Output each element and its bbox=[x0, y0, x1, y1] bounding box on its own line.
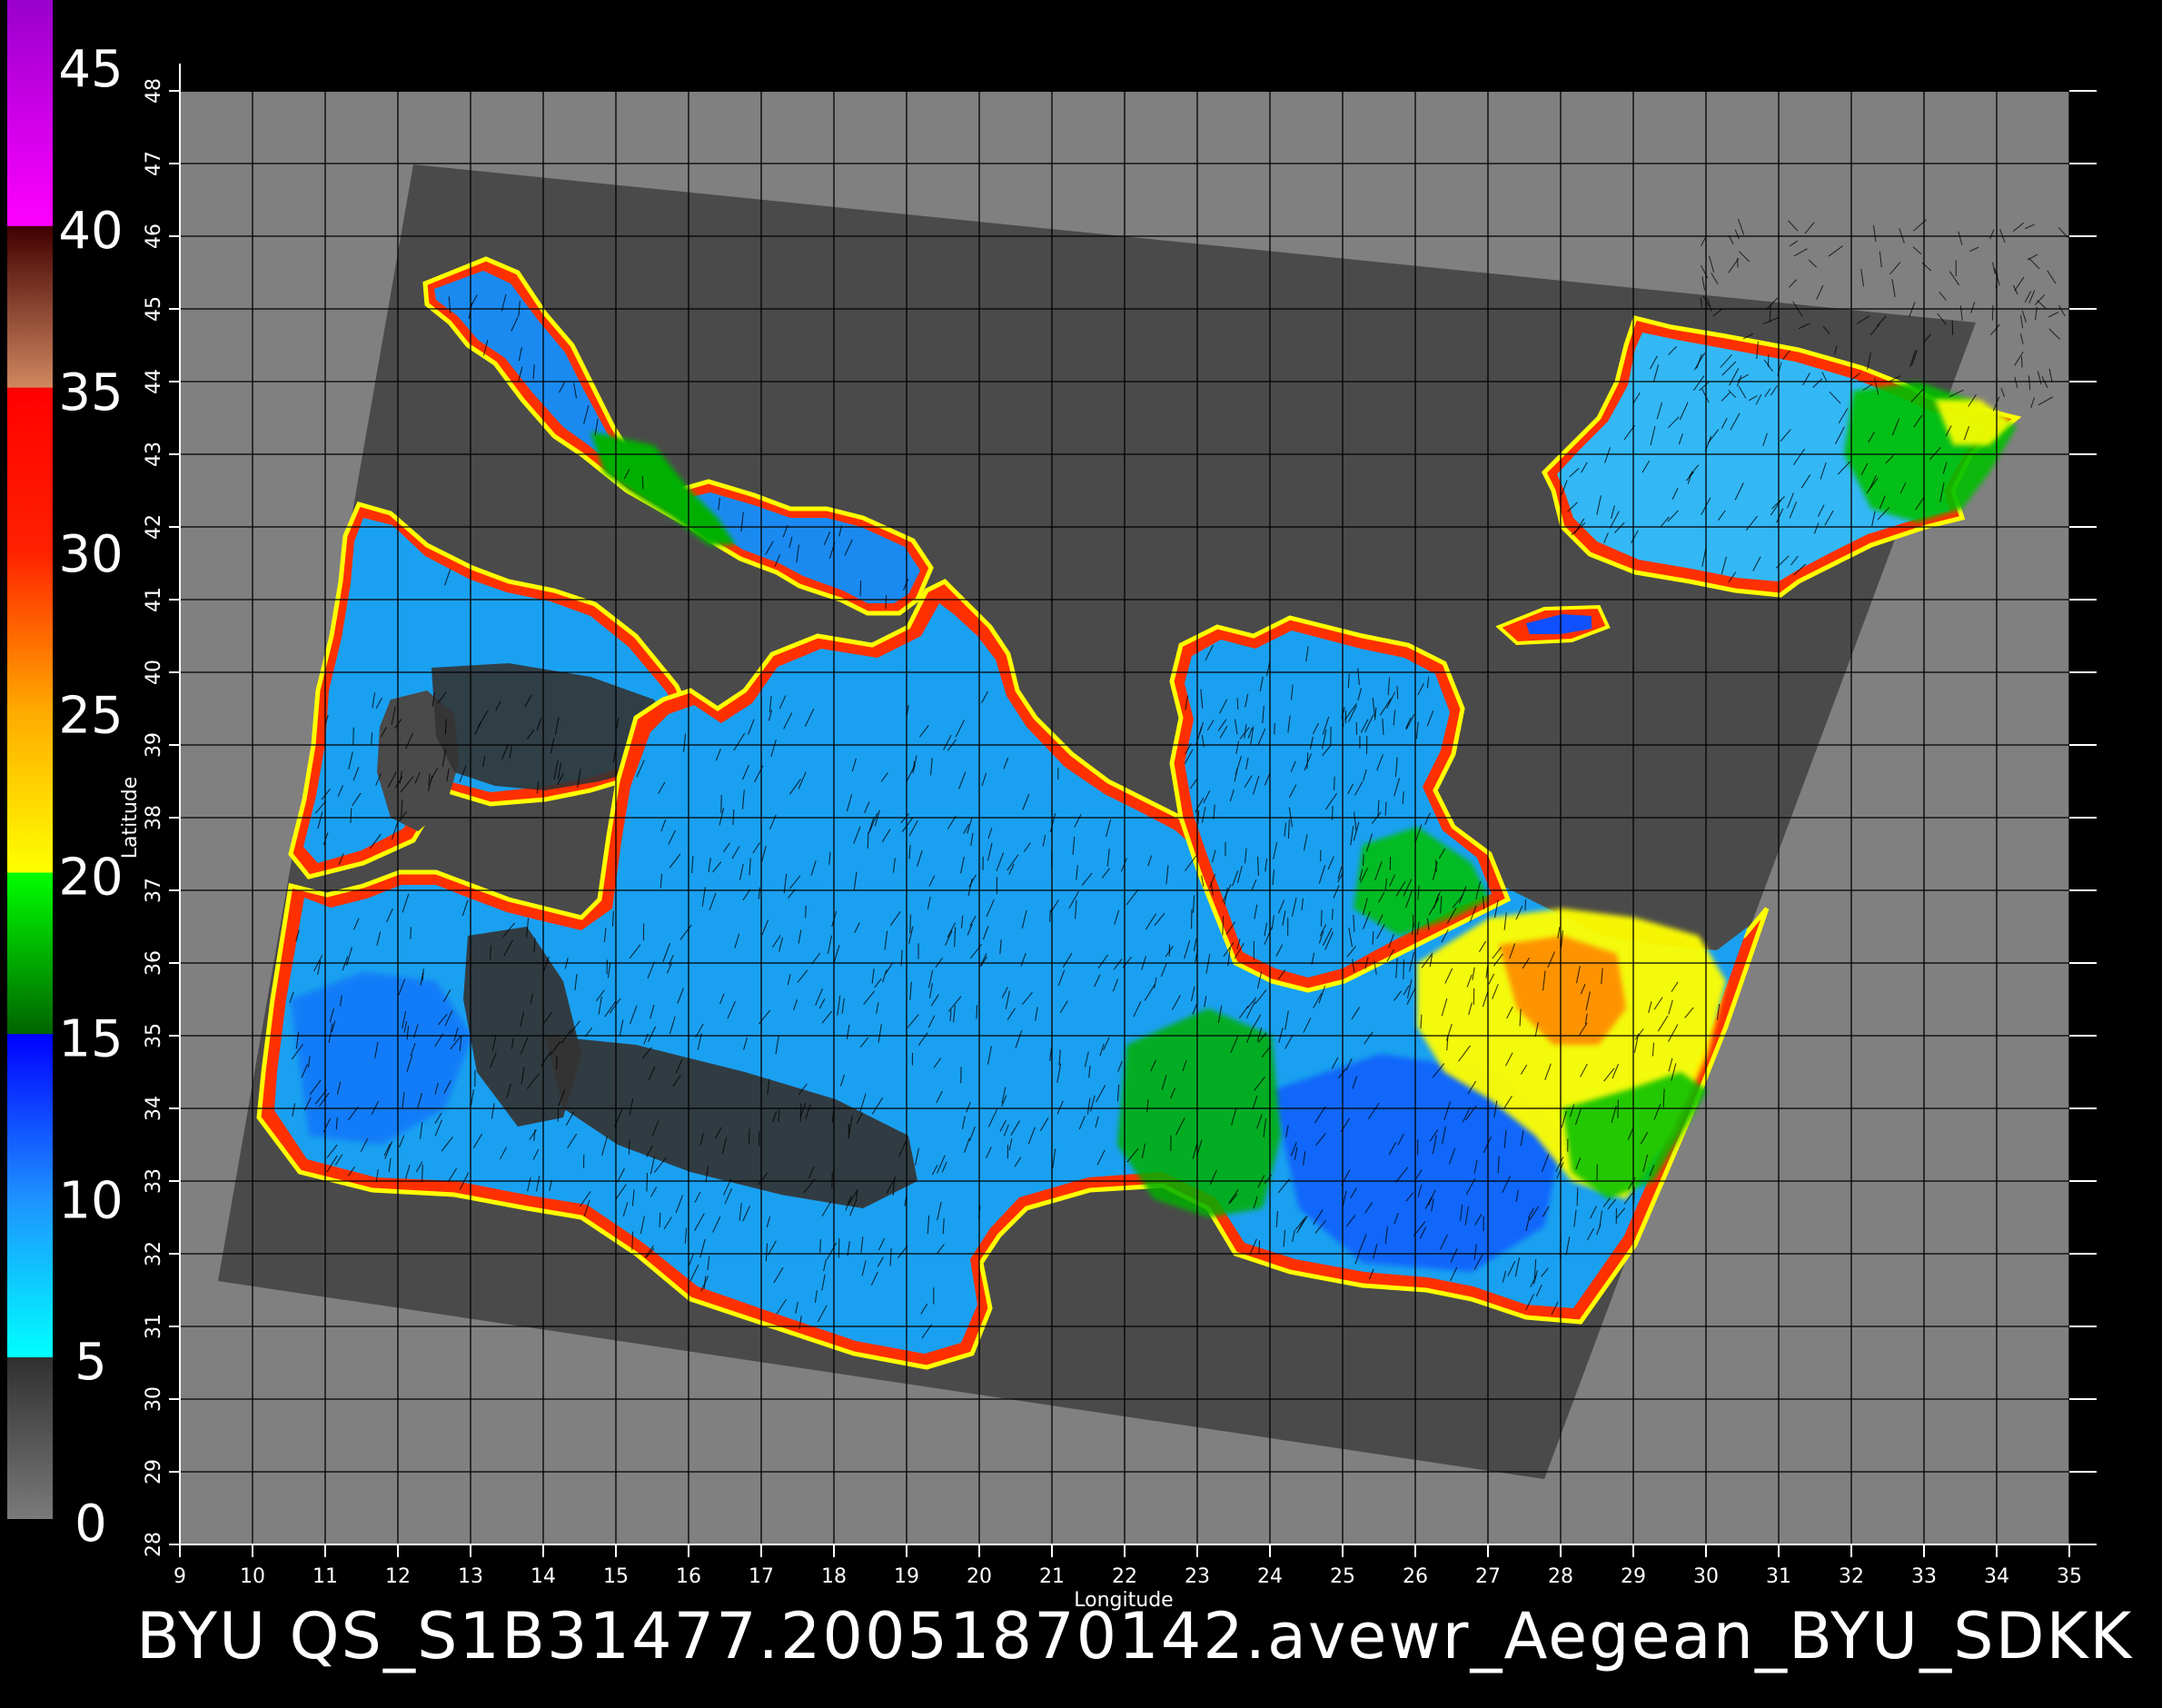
wind-vector bbox=[1258, 1240, 1261, 1255]
y-tick-label: 36 bbox=[143, 950, 165, 976]
wind-vector bbox=[799, 1103, 802, 1123]
wind-vector bbox=[909, 914, 911, 934]
y-tick-label: 30 bbox=[143, 1386, 165, 1412]
x-tick-label: 20 bbox=[967, 1565, 992, 1588]
y-axis-label: Latitude bbox=[119, 777, 142, 859]
wind-vector bbox=[2020, 356, 2023, 368]
x-tick-label: 14 bbox=[531, 1565, 556, 1588]
wind-vector bbox=[805, 905, 807, 919]
x-tick-label: 31 bbox=[1766, 1565, 1791, 1588]
wind-vector bbox=[1049, 909, 1051, 922]
wind-vector bbox=[1274, 723, 1275, 735]
y-tick-label: 44 bbox=[143, 369, 165, 394]
colorbar-tick-label: 25 bbox=[58, 687, 123, 746]
colorbar-tick-label: 35 bbox=[58, 363, 123, 422]
colorbar-tick-label: 30 bbox=[58, 525, 123, 584]
x-tick-label: 26 bbox=[1403, 1565, 1428, 1588]
x-tick-label: 10 bbox=[240, 1565, 265, 1588]
wind-vector bbox=[1320, 909, 1323, 927]
x-tick-label: 13 bbox=[458, 1565, 483, 1588]
y-tick-label: 42 bbox=[143, 514, 165, 540]
wind-vector bbox=[352, 727, 354, 746]
colorbar-tick-label: 20 bbox=[58, 849, 123, 908]
x-tick-label: 27 bbox=[1475, 1565, 1501, 1588]
colorbar: 0 5 10 15 20 25 30 35 40 45 bbox=[7, 0, 124, 1554]
y-tick-label: 43 bbox=[143, 442, 165, 467]
y-tick-label: 38 bbox=[143, 805, 165, 830]
x-tick-label: 32 bbox=[1839, 1565, 1864, 1588]
wind-speed-map: Longitude Latitude 9 10 11 12 13 14 15 16 17 18 19… bbox=[7, 0, 2097, 1612]
x-tick-label: 15 bbox=[603, 1565, 629, 1588]
x-tick-label: 19 bbox=[894, 1565, 919, 1588]
y-tick-label: 47 bbox=[143, 151, 165, 176]
image-title: BYU QS_S1B31477.20051870142.avewr_Aegean… bbox=[136, 1599, 2134, 1673]
y-tick-label: 29 bbox=[143, 1459, 165, 1485]
y-tick-label: 33 bbox=[143, 1168, 165, 1194]
wind-vector bbox=[885, 595, 888, 610]
wind-vector bbox=[1524, 899, 1527, 911]
wind-vector bbox=[628, 1139, 630, 1155]
x-tick-label: 17 bbox=[749, 1565, 774, 1588]
x-tick-label: 34 bbox=[1984, 1565, 2009, 1588]
colorbar-tick-label: 15 bbox=[58, 1009, 123, 1068]
colorbar-tick-label: 10 bbox=[58, 1171, 123, 1230]
x-tick-label: 22 bbox=[1112, 1565, 1137, 1588]
wind-vector bbox=[1991, 304, 1994, 321]
wind-vector bbox=[410, 927, 412, 939]
wind-vector bbox=[641, 475, 644, 490]
wind-vector bbox=[1576, 1187, 1579, 1207]
y-tick-label: 28 bbox=[143, 1532, 165, 1557]
x-tick-label: 21 bbox=[1039, 1565, 1065, 1588]
wind-vector bbox=[1435, 859, 1437, 873]
x-tick-label: 18 bbox=[821, 1565, 847, 1588]
graticule bbox=[179, 90, 2070, 1545]
colorbar-strip bbox=[7, 0, 53, 1519]
y-tick-label: 31 bbox=[143, 1314, 165, 1339]
x-tick-label: 9 bbox=[174, 1565, 186, 1588]
y-tick-label: 34 bbox=[143, 1096, 165, 1121]
wind-vector bbox=[1372, 931, 1374, 945]
y-tick-label: 41 bbox=[143, 587, 165, 612]
x-tick-label: 29 bbox=[1621, 1565, 1646, 1588]
colorbar-tick-label: 45 bbox=[58, 40, 123, 99]
y-tick-label: 32 bbox=[143, 1241, 165, 1266]
y-tick-label: 35 bbox=[143, 1023, 165, 1048]
x-tick-label: 35 bbox=[2057, 1565, 2082, 1588]
wind-vector bbox=[720, 794, 722, 813]
x-tick-label: 24 bbox=[1257, 1565, 1283, 1588]
wind-vector bbox=[1334, 776, 1335, 791]
y-tick-label: 45 bbox=[143, 296, 165, 322]
x-tick-label: 28 bbox=[1548, 1565, 1573, 1588]
colorbar-tick-label: 5 bbox=[74, 1333, 107, 1392]
x-tick-label: 25 bbox=[1330, 1565, 1355, 1588]
x-tick-label: 30 bbox=[1693, 1565, 1719, 1588]
x-tick-label: 12 bbox=[385, 1565, 411, 1588]
y-tick-label: 48 bbox=[143, 78, 165, 104]
x-tick-label: 33 bbox=[1911, 1565, 1937, 1588]
wind-vector bbox=[819, 1238, 821, 1253]
wind-vector bbox=[859, 581, 862, 597]
y-tick-label: 37 bbox=[143, 878, 165, 903]
colorbar-tick-label: 0 bbox=[74, 1494, 107, 1554]
y-tick-label: 39 bbox=[143, 732, 165, 758]
wind-vector bbox=[1306, 752, 1309, 770]
wind-vector bbox=[1236, 698, 1239, 710]
wind-vector bbox=[646, 1173, 649, 1192]
x-tick-label: 11 bbox=[312, 1565, 338, 1588]
wind-vector bbox=[831, 1172, 833, 1188]
y-tick-label: 40 bbox=[143, 660, 165, 685]
x-tick-label: 23 bbox=[1185, 1565, 1210, 1588]
y-tick-label: 46 bbox=[143, 223, 165, 249]
x-tick-label: 16 bbox=[676, 1565, 701, 1588]
colorbar-tick-label: 40 bbox=[58, 202, 123, 261]
